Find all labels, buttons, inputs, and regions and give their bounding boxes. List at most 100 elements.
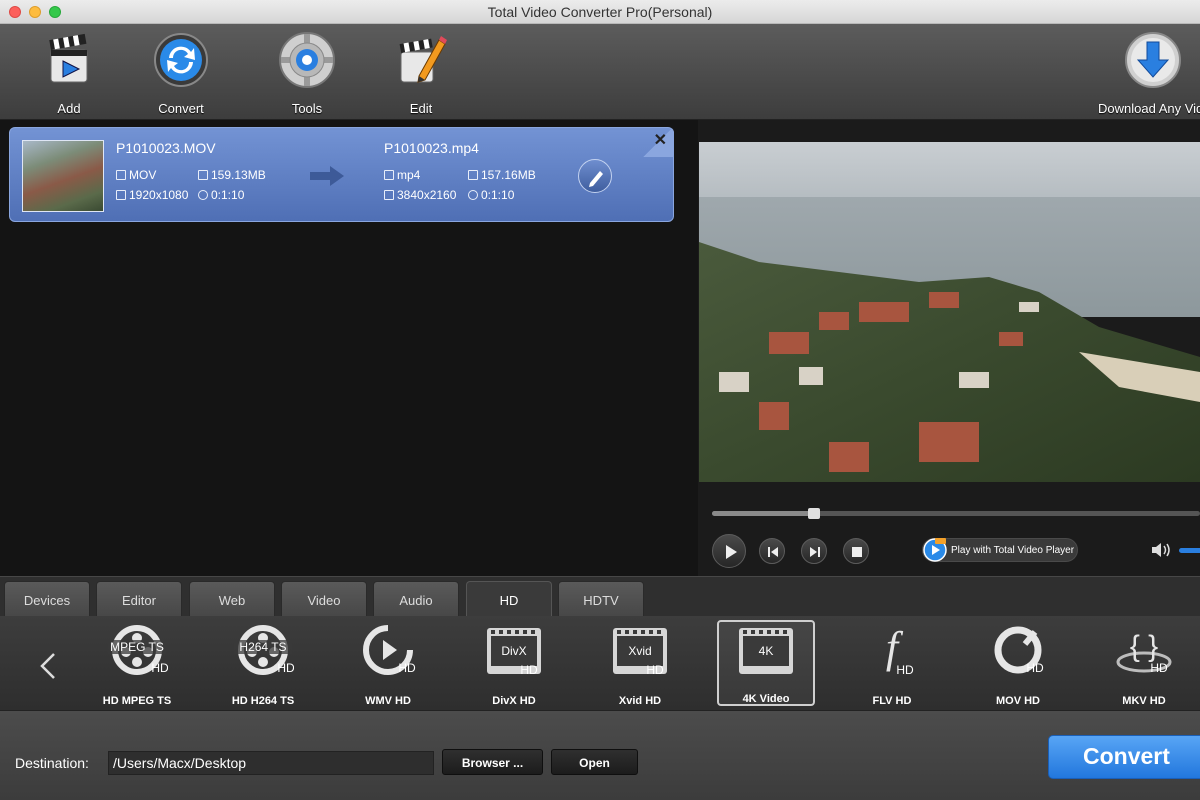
svg-text:Xvid: Xvid	[628, 644, 651, 658]
clapperboard-icon	[49, 33, 88, 83]
download-any-video-button[interactable]: Download Any Vid	[1098, 30, 1200, 116]
svg-text:MPEG TS: MPEG TS	[110, 640, 164, 654]
convert-toolbar-button[interactable]: Convert	[136, 30, 226, 116]
format-label: FLV HD	[872, 695, 912, 707]
svg-text:4K: 4K	[759, 644, 774, 658]
tab-video[interactable]: Video	[281, 581, 367, 617]
mkv-icon: { } HD	[1116, 630, 1172, 675]
format-flv-hd[interactable]: f HD FLV HD	[844, 622, 940, 707]
close-icon: ✕	[653, 132, 667, 149]
format-hd-h264-ts[interactable]: H264 TS HD HD H264 TS	[215, 622, 311, 707]
flash-icon: f HD	[886, 623, 914, 677]
source-format: MOV	[116, 168, 156, 182]
playback-progress[interactable]	[712, 508, 1200, 519]
bottom-bar: Destination: Browser ... Open Convert	[0, 710, 1200, 800]
player-logo-icon	[923, 538, 947, 562]
play-with-label: Play with Total Video Player	[951, 545, 1075, 556]
tab-web[interactable]: Web	[189, 581, 275, 617]
tab-audio[interactable]: Audio	[373, 581, 459, 617]
convert-button[interactable]: Convert	[1048, 735, 1200, 779]
source-duration: 0:1:10	[198, 188, 244, 202]
svg-text:HD: HD	[1026, 661, 1044, 675]
format-wmv-hd[interactable]: HD WMV HD	[340, 622, 436, 707]
file-item[interactable]: P1010023.MOV MOV 159.13MB 1920x1080 0:1:…	[9, 127, 674, 222]
format-mkv-hd[interactable]: { } HD MKV HD	[1096, 622, 1192, 707]
film-strip-icon: 4K	[739, 628, 793, 674]
destination-path-field[interactable]	[108, 751, 434, 775]
film-reel-icon: MPEG TS HD	[108, 625, 169, 675]
film-strip-icon: Xvid HD	[613, 628, 667, 677]
film-icon	[384, 170, 394, 180]
target-size-value: 157.16MB	[481, 168, 536, 182]
skip-back-icon	[768, 547, 778, 557]
edit-output-button[interactable]	[578, 159, 612, 193]
source-resolution: 1920x1080	[116, 188, 188, 202]
tools-button[interactable]: Tools	[262, 30, 352, 116]
tab-devices[interactable]: Devices	[4, 581, 90, 617]
add-button[interactable]: Add	[24, 30, 114, 116]
convert-arrow-icon	[310, 166, 344, 186]
svg-text:{ }: { }	[1130, 630, 1158, 663]
download-arrow-icon	[1125, 32, 1181, 88]
svg-text:HD: HD	[398, 661, 416, 675]
svg-text:DivX: DivX	[501, 644, 526, 658]
scroll-left-icon[interactable]	[38, 652, 58, 680]
format-hd-mpeg-ts[interactable]: MPEG TS HD HD MPEG TS	[89, 622, 185, 707]
svg-text:HD: HD	[646, 663, 664, 677]
format-4k-video[interactable]: 4K 4K Video	[717, 620, 815, 706]
previous-button[interactable]	[759, 538, 785, 564]
quicktime-icon: HD	[994, 626, 1044, 675]
video-preview[interactable]	[699, 142, 1200, 482]
wmv-play-icon: HD	[363, 625, 416, 675]
disk-icon	[198, 170, 208, 180]
open-button[interactable]: Open	[551, 749, 638, 775]
source-file-name: P1010023.MOV	[116, 140, 216, 156]
tab-hd[interactable]: HD	[466, 581, 552, 617]
svg-text:H264 TS: H264 TS	[239, 640, 286, 654]
play-with-player-button[interactable]: Play with Total Video Player	[922, 538, 1078, 562]
skip-forward-icon	[810, 547, 820, 557]
monitor-icon	[116, 190, 126, 200]
target-duration: 0:1:10	[468, 188, 514, 202]
film-reel-icon: H264 TS HD	[234, 625, 295, 675]
format-xvid-hd[interactable]: Xvid HD Xvid HD	[592, 622, 688, 707]
edit-button[interactable]: Edit	[376, 30, 466, 116]
format-mov-hd[interactable]: HD MOV HD	[970, 622, 1066, 707]
video-thumbnail	[22, 140, 104, 212]
edit-clapper-icon	[399, 36, 447, 83]
play-button[interactable]	[712, 534, 746, 568]
stop-button[interactable]	[843, 538, 869, 564]
target-format: mp4	[384, 168, 420, 182]
source-format-value: MOV	[129, 168, 157, 182]
pencil-icon	[589, 171, 603, 187]
svg-text:HD: HD	[896, 663, 914, 677]
format-label: HD H264 TS	[231, 695, 295, 707]
progress-fill	[712, 511, 815, 516]
add-label: Add	[57, 101, 81, 116]
next-button[interactable]	[801, 538, 827, 564]
monitor-icon	[384, 190, 394, 200]
tab-hdtv[interactable]: HDTV	[558, 581, 644, 617]
volume-slider[interactable]	[1179, 548, 1200, 553]
progress-handle[interactable]	[808, 508, 821, 519]
remove-file-button[interactable]: ✕	[642, 127, 674, 157]
stop-icon	[852, 547, 862, 557]
format-label: DivX HD	[492, 695, 536, 707]
clock-icon	[468, 190, 478, 200]
target-duration-value: 0:1:10	[481, 188, 515, 202]
disk-icon	[468, 170, 478, 180]
browse-button[interactable]: Browser ...	[442, 749, 543, 775]
volume-icon[interactable]	[1150, 541, 1172, 559]
tab-editor[interactable]: Editor	[96, 581, 182, 617]
film-icon	[116, 170, 126, 180]
gear-icon	[279, 32, 335, 88]
source-duration-value: 0:1:10	[211, 188, 245, 202]
target-file-name: P1010023.mp4	[384, 140, 479, 156]
format-strip: MPEG TS HD HD MPEG TS H264 TS HD HD H264…	[0, 616, 1200, 710]
target-resolution: 3840x2160	[384, 188, 456, 202]
svg-text:HD: HD	[151, 661, 168, 675]
target-format-value: mp4	[397, 168, 421, 182]
svg-text:HD: HD	[520, 663, 538, 677]
format-divx-hd[interactable]: DivX HD DivX HD	[466, 622, 562, 707]
svg-text:HD: HD	[1150, 661, 1168, 675]
